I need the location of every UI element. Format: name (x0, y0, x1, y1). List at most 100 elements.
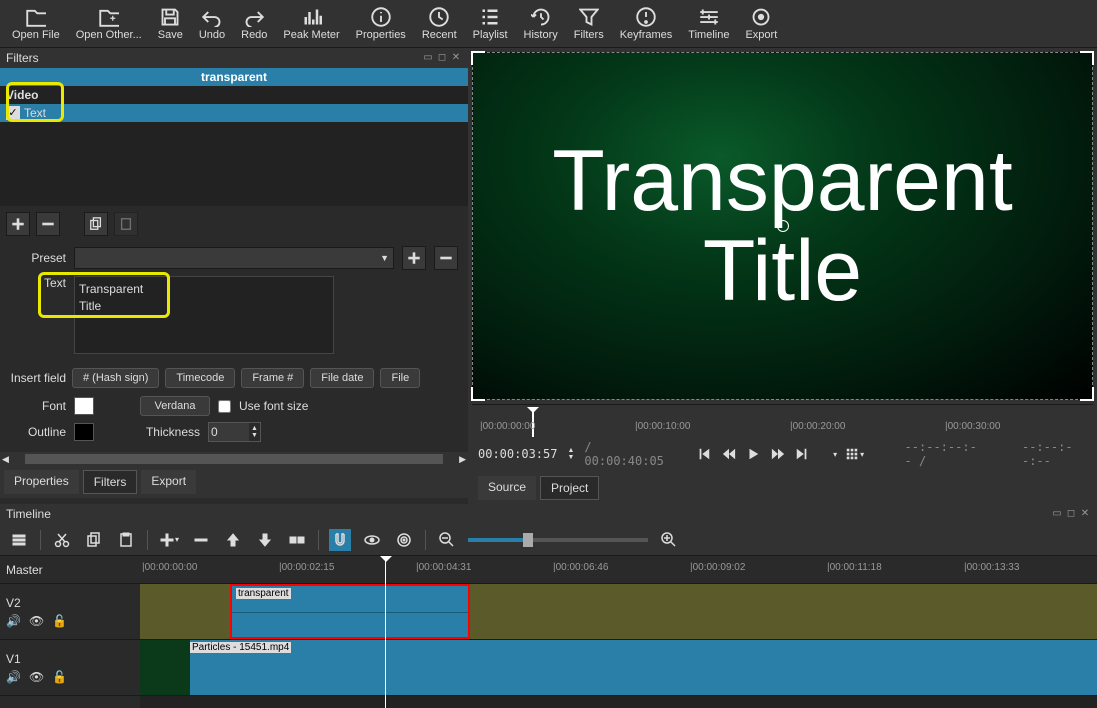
skip-prev-button[interactable] (696, 444, 712, 464)
preset-remove-button[interactable] (434, 246, 458, 270)
lift-button[interactable] (222, 529, 244, 551)
text-label: Text (10, 276, 66, 290)
rewind-button[interactable] (721, 444, 737, 464)
text-input[interactable]: TransparentTitle (74, 276, 334, 354)
player-tab-project[interactable]: Project (540, 476, 599, 500)
peak-meter-button[interactable]: Peak Meter (275, 0, 347, 47)
insert-frame--button[interactable]: Frame # (241, 368, 304, 388)
lock-icon[interactable]: 🔓 (52, 670, 67, 684)
undo-button[interactable]: Undo (191, 0, 233, 47)
zoom-in-button[interactable] (658, 529, 680, 551)
clip-particles[interactable]: Particles - 15451.mp4 (140, 640, 1097, 695)
panel-window-controls[interactable]: ▭◻✕ (422, 52, 462, 64)
preset-add-button[interactable] (402, 246, 426, 270)
forward-button[interactable] (769, 444, 785, 464)
open-file-button[interactable]: Open File (4, 0, 68, 47)
timeline-playhead[interactable] (385, 556, 386, 708)
thickness-spinner[interactable]: ▲▼ (208, 422, 261, 442)
font-color-swatch[interactable] (74, 397, 94, 415)
export-button[interactable]: Export (737, 0, 785, 47)
paste-filter-button[interactable] (114, 212, 138, 236)
snap-button[interactable] (329, 529, 351, 551)
filter-item-text[interactable]: ✓ Text (0, 104, 468, 122)
tab-export[interactable]: Export (141, 470, 196, 494)
tc-up[interactable]: ▲ (565, 447, 576, 454)
insert-file-date-button[interactable]: File date (310, 368, 374, 388)
zoom-out-button[interactable] (436, 529, 458, 551)
zoom-slider[interactable] (468, 538, 648, 542)
font-family-button[interactable]: Verdana (140, 396, 210, 416)
filters-panel-title: Filters ▭◻✕ (0, 48, 468, 68)
cut-button[interactable] (51, 529, 73, 551)
paste-button[interactable] (115, 529, 137, 551)
zoom-fit-button[interactable]: ▾ (818, 444, 837, 464)
ripple-button[interactable] (393, 529, 415, 551)
properties-button[interactable]: Properties (348, 0, 414, 47)
resize-handle-tl[interactable] (471, 51, 485, 65)
filter-panel-scrollbar[interactable]: ◀▶ (0, 452, 468, 466)
split-button[interactable] (286, 529, 308, 551)
copy-filter-button[interactable] (84, 212, 108, 236)
open-other-button[interactable]: Open Other... (68, 0, 150, 47)
filter-checkbox[interactable]: ✓ (6, 106, 20, 120)
clip-transparent[interactable]: transparent (230, 584, 470, 639)
filters-button[interactable]: Filters (566, 0, 612, 47)
timeline-button[interactable]: Timeline (680, 0, 737, 47)
ripple-delete-button[interactable] (190, 529, 212, 551)
tc-down[interactable]: ▼ (565, 454, 576, 461)
append-button[interactable]: ▾ (158, 529, 180, 551)
redo-button[interactable]: Redo (233, 0, 275, 47)
player-tab-source[interactable]: Source (478, 476, 536, 500)
player-ruler[interactable]: |00:00:00:00|00:00:10:00|00:00:20:00|00:… (472, 404, 1093, 436)
play-button[interactable] (745, 444, 761, 464)
grid-button[interactable]: ▾ (845, 444, 864, 464)
tab-properties[interactable]: Properties (4, 470, 79, 494)
track-v1[interactable]: Particles - 15451.mp4 (140, 640, 1097, 696)
recent-button[interactable]: Recent (414, 0, 465, 47)
add-filter-button[interactable] (6, 212, 30, 236)
timeline-ruler[interactable]: |00:00:00:00|00:00:02:15|00:00:04:31|00:… (140, 556, 1097, 584)
resize-handle-bl[interactable] (471, 387, 485, 401)
spinner-up[interactable]: ▲ (249, 425, 260, 432)
filters-panel-label: Filters (6, 51, 39, 65)
thickness-input[interactable] (209, 423, 249, 441)
track-head-v1[interactable]: V1 🔊 👁 🔓 (0, 640, 140, 696)
resize-handle-tr[interactable] (1080, 51, 1094, 65)
current-timecode[interactable]: 00:00:03:57 (478, 447, 557, 461)
track-v2[interactable]: transparent (140, 584, 1097, 640)
save-button[interactable]: Save (150, 0, 191, 47)
copy-button[interactable] (83, 529, 105, 551)
playlist-button[interactable]: Playlist (465, 0, 516, 47)
resize-handle-br[interactable] (1080, 387, 1094, 401)
hide-icon[interactable]: 👁 (29, 614, 44, 628)
use-font-size-checkbox[interactable] (218, 400, 231, 413)
history-button[interactable]: History (516, 0, 566, 47)
volume-button[interactable] (872, 444, 888, 464)
outline-color-swatch[interactable] (74, 423, 94, 441)
keyframes-button[interactable]: Keyframes (612, 0, 681, 47)
timeline-menu-button[interactable] (8, 529, 30, 551)
skip-next-button[interactable] (794, 444, 810, 464)
tl-ruler-tick: |00:00:00:00 (142, 562, 197, 573)
preset-select[interactable]: ▼ (74, 247, 394, 269)
insert-timecode-button[interactable]: Timecode (165, 368, 235, 388)
tl-ruler-tick: |00:00:13:33 (964, 562, 1019, 573)
timeline-window-controls[interactable]: ▭◻✕ (1051, 508, 1091, 520)
mute-icon[interactable]: 🔊 (6, 670, 21, 684)
spinner-down[interactable]: ▼ (249, 432, 260, 439)
insert-file-button[interactable]: File (380, 368, 420, 388)
lock-icon[interactable]: 🔓 (52, 614, 67, 628)
track-head-v2[interactable]: V2 🔊 👁 🔓 (0, 584, 140, 640)
tab-filters[interactable]: Filters (83, 470, 138, 494)
hide-icon[interactable]: 👁 (29, 670, 44, 684)
preview-viewport[interactable]: TransparentTitle (472, 52, 1093, 400)
timeline-tracks[interactable]: |00:00:00:00|00:00:02:15|00:00:04:31|00:… (140, 556, 1097, 708)
scrub-button[interactable] (361, 529, 383, 551)
insert--hash-sign--button[interactable]: # (Hash sign) (72, 368, 159, 388)
mute-icon[interactable]: 🔊 (6, 614, 21, 628)
master-track-head[interactable]: Master (0, 556, 140, 584)
tl-ruler-tick: |00:00:02:15 (279, 562, 334, 573)
remove-filter-button[interactable] (36, 212, 60, 236)
overwrite-button[interactable] (254, 529, 276, 551)
center-handle[interactable] (777, 220, 789, 232)
